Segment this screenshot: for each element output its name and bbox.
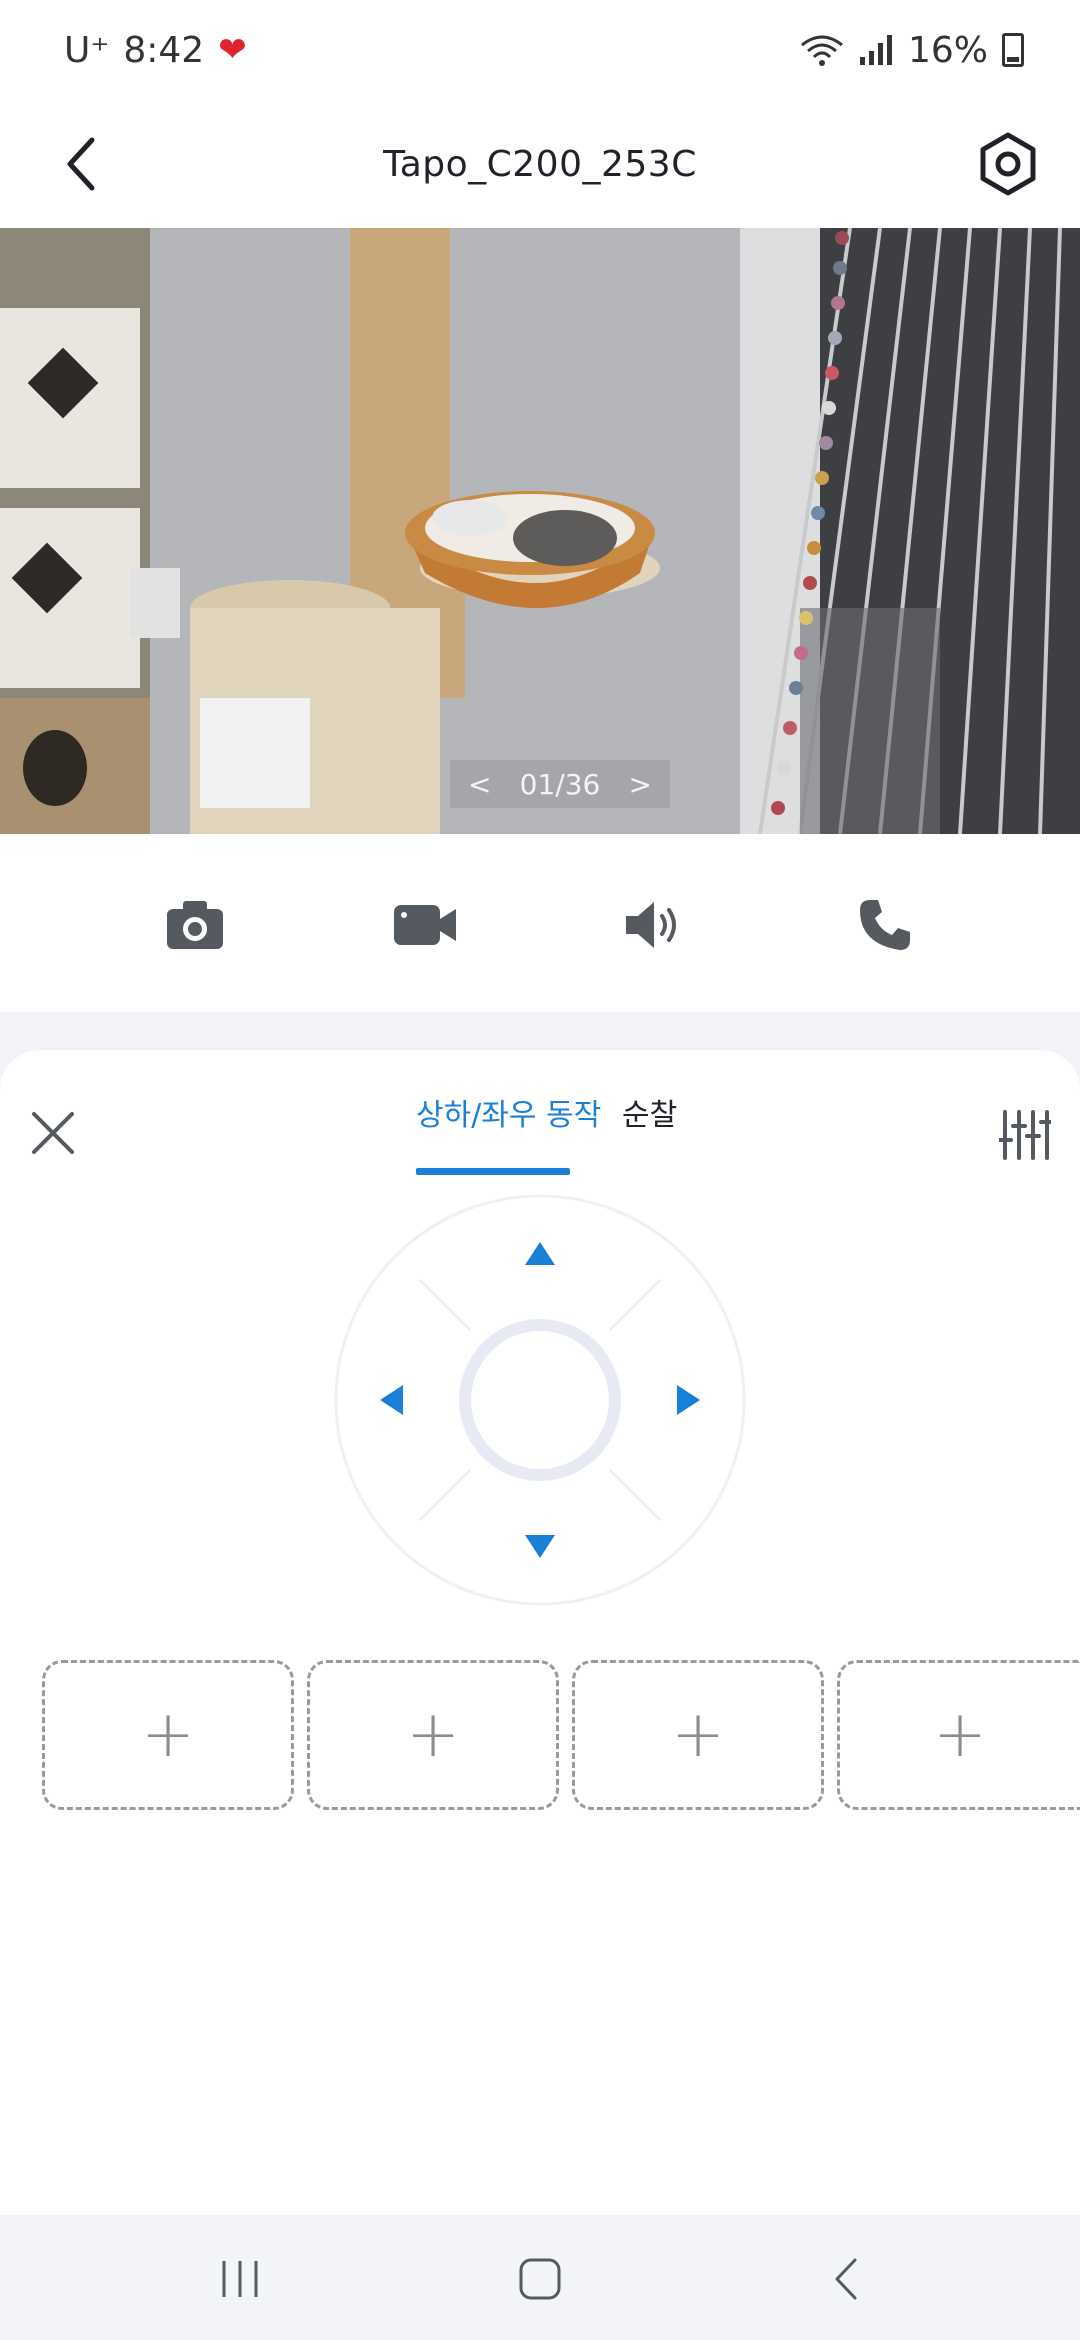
status-right: 16% (800, 30, 1024, 71)
status-left: U⁺ 8:42 ❤ (64, 30, 247, 71)
clip-index: 01/36 (519, 767, 601, 801)
adjust-button[interactable] (990, 1102, 1060, 1168)
add-preset-button[interactable]: + (307, 1660, 559, 1810)
status-bar: U⁺ 8:42 ❤ 16% (0, 0, 1080, 100)
speaker-icon (626, 902, 676, 948)
preset-slots: + + + + (0, 1660, 1080, 1820)
heart-icon: ❤ (218, 30, 247, 70)
chevron-left-icon (835, 2258, 857, 2300)
settings-button[interactable] (966, 122, 1050, 206)
back-button[interactable] (40, 122, 124, 206)
clip-counter: < 01/36 > (450, 760, 670, 808)
app-header: Tapo_C200_253C (0, 100, 1080, 228)
camera-scene-image (0, 228, 1080, 834)
phone-icon (860, 900, 910, 950)
snapshot-button[interactable] (153, 883, 237, 967)
direction-pad[interactable] (334, 1194, 746, 1606)
prev-clip-button[interactable]: < (468, 768, 491, 801)
next-clip-button[interactable]: > (629, 768, 652, 801)
camera-title: Tapo_C200_253C (383, 143, 697, 185)
system-back-button[interactable] (804, 2243, 888, 2315)
add-preset-button[interactable]: + (837, 1660, 1080, 1810)
battery-icon (1002, 33, 1024, 67)
recent-apps-button[interactable] (198, 2243, 282, 2315)
add-preset-button[interactable]: + (572, 1660, 824, 1810)
system-nav-bar (0, 2215, 1080, 2340)
add-preset-button[interactable]: + (42, 1660, 294, 1810)
back-arrow-icon (67, 137, 95, 191)
home-button[interactable] (498, 2243, 582, 2315)
talk-button[interactable] (843, 883, 927, 967)
speaker-button[interactable] (613, 883, 697, 967)
clock: 8:42 (123, 29, 205, 71)
carrier-label: U⁺ (64, 29, 110, 71)
sliders-icon (999, 1110, 1051, 1160)
camera-icon (167, 901, 223, 949)
tab-pan-tilt[interactable]: 상하/좌우 동작 (416, 1090, 601, 1158)
pan-tilt-panel: 상하/좌우 동작 순찰 + + + + (0, 1050, 1080, 2215)
tab-patrol[interactable]: 순찰 (622, 1090, 677, 1158)
video-camera-icon (394, 905, 456, 945)
live-video-feed[interactable]: < 01/36 > (0, 228, 1080, 834)
record-button[interactable] (383, 883, 467, 967)
gear-icon (980, 132, 1036, 196)
home-icon (519, 2258, 561, 2300)
wifi-icon (801, 35, 843, 66)
recent-apps-icon (222, 2261, 258, 2297)
signal-icon (859, 35, 892, 65)
camera-controls (0, 860, 1080, 990)
active-tab-indicator (416, 1168, 570, 1175)
battery-percent: 16% (907, 29, 988, 71)
panel-tabs: 상하/좌우 동작 순찰 (0, 1090, 1080, 1170)
